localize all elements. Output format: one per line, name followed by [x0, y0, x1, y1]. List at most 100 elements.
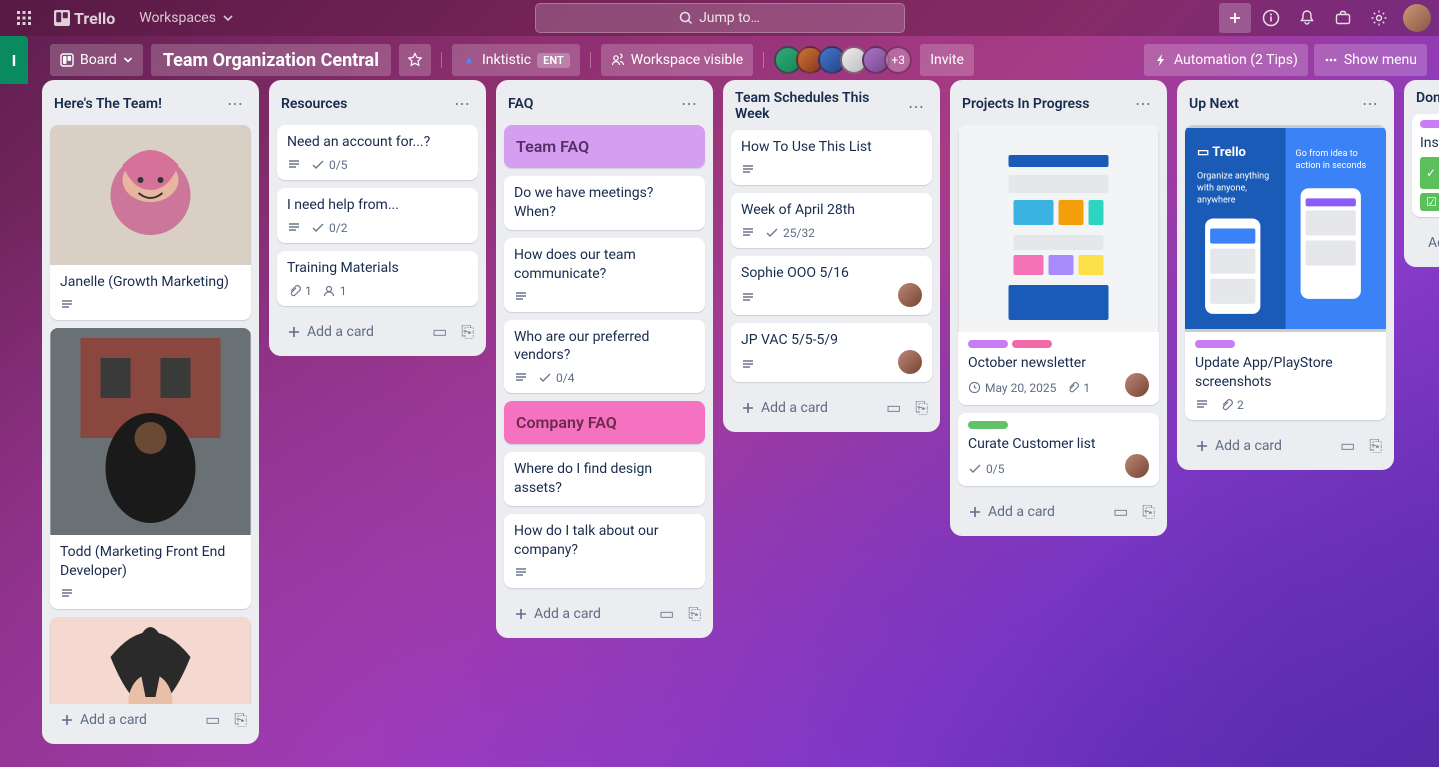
list-title[interactable]: Resources [281, 96, 347, 112]
notifications-button[interactable] [1291, 2, 1323, 34]
add-card-button[interactable]: Add a card [277, 316, 428, 348]
card-title: Todd (Marketing Front End Developer) [60, 543, 241, 581]
card[interactable]: Inspiring✓ Apr 23☑ 12/12 [1412, 114, 1439, 217]
card-title: Week of April 28th [741, 201, 922, 220]
list-schedules: Team Schedules This Week⋯ How To Use Thi… [723, 80, 940, 432]
workspace-icon[interactable]: I [0, 36, 28, 84]
card-title: I need help from... [287, 196, 468, 215]
template-icon[interactable]: ⎘ [1138, 498, 1159, 526]
list-menu-button[interactable]: ⋯ [1131, 90, 1155, 117]
card[interactable] [50, 617, 251, 704]
card-member-avatar[interactable] [898, 350, 922, 374]
board-canvas[interactable]: Here's The Team! ⋯ Janelle (Growth Market… [34, 78, 1439, 767]
add-card-button[interactable]: Add a card [731, 392, 882, 424]
card-section-header[interactable]: Company FAQ [504, 401, 705, 444]
video-icon[interactable]: ▭ [428, 318, 451, 346]
card[interactable]: JP VAC 5/5-5/9 [731, 323, 932, 382]
svg-text:action in seconds: action in seconds [1296, 161, 1367, 171]
label-green[interactable] [968, 421, 1008, 429]
svg-text:anywhere: anywhere [1197, 195, 1236, 205]
add-card-button[interactable]: Add a card [1412, 227, 1439, 259]
list-title[interactable]: Projects In Progress [962, 96, 1089, 112]
card-member-avatar[interactable] [1125, 373, 1149, 397]
user-avatar[interactable] [1403, 4, 1431, 32]
list-title[interactable]: Here's The Team! [54, 96, 162, 112]
workspace-name: Inktistic [482, 52, 531, 68]
video-icon[interactable]: ▭ [1336, 432, 1359, 460]
template-icon[interactable]: ⎘ [684, 600, 705, 628]
board-members[interactable]: +3 [774, 46, 912, 74]
card[interactable]: Janelle (Growth Marketing) [50, 125, 251, 320]
svg-text:with anyone,: with anyone, [1197, 183, 1247, 193]
settings-button[interactable] [1363, 2, 1395, 34]
card[interactable]: ▭ TrelloOrganize anythingwith anyone,any… [1185, 125, 1386, 420]
card[interactable]: October newsletterMay 20, 20251 [958, 125, 1159, 405]
search-input[interactable]: Jump to… [535, 3, 905, 33]
workspaces-dropdown[interactable]: Workspaces [129, 4, 244, 32]
video-icon[interactable]: ▭ [655, 600, 678, 628]
show-menu-button[interactable]: Show menu [1314, 44, 1427, 76]
app-switcher-button[interactable] [8, 2, 40, 34]
list-faq: FAQ ⋯ Team FAQ Do we have meetings? When?… [496, 80, 713, 638]
list-title[interactable]: FAQ [508, 96, 533, 112]
list-title[interactable]: Done [1416, 90, 1439, 106]
video-icon[interactable]: ▭ [882, 394, 905, 422]
card[interactable]: Training Materials11 [277, 251, 478, 306]
card[interactable]: I need help from...0/2 [277, 188, 478, 243]
card[interactable]: Need an account for...?0/5 [277, 125, 478, 180]
marketplace-button[interactable] [1327, 2, 1359, 34]
info-button[interactable] [1255, 2, 1287, 34]
add-card-button[interactable]: Add a card [504, 598, 655, 630]
card-title: Update App/PlayStore screenshots [1195, 354, 1376, 392]
trello-logo[interactable]: Trello [48, 9, 121, 28]
card[interactable]: Week of April 28th25/32 [731, 193, 932, 248]
star-button[interactable] [399, 44, 431, 76]
template-icon[interactable]: ⎘ [230, 706, 251, 734]
card[interactable]: Do we have meetings? When? [504, 176, 705, 230]
member-overflow[interactable]: +3 [884, 46, 912, 74]
card[interactable]: Curate Customer list0/5 [958, 413, 1159, 486]
template-icon[interactable]: ⎘ [1365, 432, 1386, 460]
automation-button[interactable]: Automation (2 Tips) [1144, 44, 1308, 76]
list-menu-button[interactable]: ⋯ [904, 93, 928, 120]
board-header-right: Automation (2 Tips) Show menu [1144, 44, 1427, 76]
card[interactable]: How do I talk about our company? [504, 514, 705, 588]
card[interactable]: Todd (Marketing Front End Developer) [50, 328, 251, 609]
trello-icon [54, 10, 70, 26]
label-pink[interactable] [1012, 340, 1052, 348]
list-menu-button[interactable]: ⋯ [223, 90, 247, 117]
card-member-avatar[interactable] [1125, 454, 1149, 478]
card[interactable]: Where do I find design assets? [504, 452, 705, 506]
board-title[interactable]: Team Organization Central [151, 44, 391, 76]
label-purple[interactable] [968, 340, 1008, 348]
video-icon[interactable]: ▭ [1109, 498, 1132, 526]
list-title[interactable]: Up Next [1189, 96, 1239, 112]
board-view-switcher[interactable]: Board [50, 44, 143, 76]
plus-icon [741, 401, 755, 415]
attachment-badge: 2 [1219, 398, 1244, 412]
add-card-button[interactable]: Add a card [50, 704, 201, 736]
invite-button[interactable]: Invite [920, 44, 974, 76]
template-icon[interactable]: ⎘ [911, 394, 932, 422]
video-icon[interactable]: ▭ [201, 706, 224, 734]
workspace-chip[interactable]: Inktistic ENT [452, 44, 580, 76]
add-card-button[interactable]: Add a card [1185, 430, 1336, 462]
list-menu-button[interactable]: ⋯ [1358, 90, 1382, 117]
list-menu-button[interactable]: ⋯ [677, 90, 701, 117]
card-section-header[interactable]: Team FAQ [504, 125, 705, 168]
template-icon[interactable]: ⎘ [457, 318, 478, 346]
checklist-complete-badge: ☑ 12/12 [1420, 193, 1439, 211]
visibility-button[interactable]: Workspace visible [601, 44, 753, 76]
card-member-avatar[interactable] [898, 283, 922, 307]
add-card-button[interactable]: Add a card [958, 496, 1109, 528]
list-menu-button[interactable]: ⋯ [450, 90, 474, 117]
list-title[interactable]: Team Schedules This Week [735, 90, 904, 122]
card-title: October newsletter [968, 354, 1149, 373]
card[interactable]: How To Use This List [731, 130, 932, 185]
card[interactable]: Who are our preferred vendors?0/4 [504, 320, 705, 394]
label-purple[interactable] [1420, 120, 1439, 128]
label-purple[interactable] [1195, 340, 1235, 348]
card[interactable]: How does our team communicate? [504, 238, 705, 312]
create-button[interactable] [1219, 3, 1251, 33]
card[interactable]: Sophie OOO 5/16 [731, 256, 932, 315]
